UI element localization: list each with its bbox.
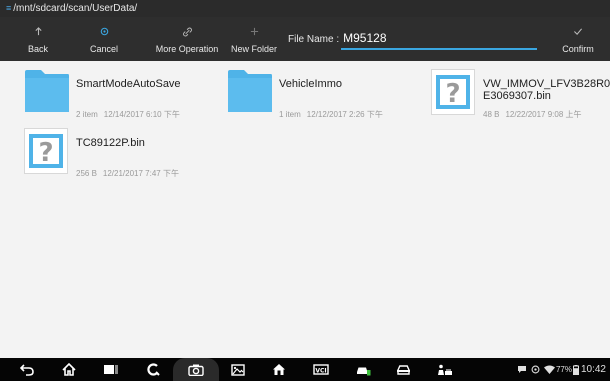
file-item-vehicleimmo[interactable]: VehicleImmo 1 item 12/12/2017 2:26 下午 — [227, 69, 427, 129]
file-size: 256 B — [76, 169, 97, 178]
file-item-tc89122p-bin[interactable]: ? TC89122P.bin 256 B 12/21/2017 7:47 下午 — [24, 128, 224, 188]
search-icon[interactable] — [136, 358, 170, 381]
file-name-group: File Name : — [288, 17, 538, 61]
cancel-circle-icon — [100, 25, 109, 39]
screenshot-icon[interactable] — [221, 358, 255, 381]
file-meta: 2 item 12/14/2017 6:10 下午 — [76, 109, 180, 120]
home-icon[interactable] — [52, 358, 86, 381]
new-folder-button[interactable]: New Folder — [228, 17, 280, 61]
sync-icon — [531, 365, 540, 374]
link-icon — [182, 25, 192, 39]
recent-apps-icon[interactable] — [94, 358, 128, 381]
file-meta: 1 item 12/12/2017 2:26 下午 — [279, 109, 383, 120]
file-date: 12/12/2017 2:26 下午 — [306, 110, 383, 119]
file-name: SmartModeAutoSave — [76, 78, 181, 90]
car-icon[interactable] — [386, 358, 420, 381]
file-date: 12/14/2017 6:10 下午 — [103, 110, 180, 119]
file-item-smartmodeautosave[interactable]: SmartModeAutoSave 2 item 12/14/2017 6:10 … — [24, 69, 224, 129]
file-date: 12/22/2017 9:08 上午 — [505, 110, 582, 119]
svg-text:?: ? — [445, 79, 460, 109]
plus-icon — [250, 25, 259, 39]
menu-icon[interactable]: ≡ — [6, 3, 11, 13]
current-path: /mnt/sdcard/scan/UserData/ — [13, 3, 138, 14]
file-name: VW_IMMOV_LFV3B28R0E3069307.bin — [483, 78, 610, 102]
more-operation-label: More Operation — [155, 43, 219, 54]
file-name: VehicleImmo — [279, 78, 342, 90]
file-name: TC89122P.bin — [76, 137, 145, 149]
autel-home-icon[interactable] — [262, 358, 296, 381]
car-battery-icon[interactable] — [346, 358, 380, 381]
wifi-icon — [543, 365, 555, 374]
battery-icon — [572, 364, 579, 375]
cancel-label: Cancel — [89, 43, 118, 54]
file-size: 1 item — [279, 110, 301, 119]
file-meta: 256 B 12/21/2017 7:47 下午 — [76, 168, 179, 179]
arrow-up-icon — [34, 25, 43, 39]
checkmark-icon — [573, 25, 583, 39]
camera-icon[interactable] — [179, 358, 213, 381]
file-list: SmartModeAutoSave 2 item 12/14/2017 6:10 … — [0, 61, 610, 358]
file-name-label: File Name : — [288, 33, 340, 45]
confirm-button[interactable]: Confirm — [558, 17, 598, 61]
file-size: 48 B — [483, 110, 500, 119]
svg-text:?: ? — [38, 138, 53, 168]
file-name-input[interactable] — [341, 28, 538, 50]
unknown-file-icon: ? — [431, 69, 475, 120]
status-area: 77% 10:42 — [513, 358, 606, 381]
file-size: 2 item — [76, 110, 98, 119]
svg-text:VCI: VCI — [315, 367, 326, 374]
new-folder-label: New Folder — [230, 43, 277, 54]
folder-icon — [227, 69, 273, 118]
file-meta: 48 B 12/22/2017 9:08 上午 — [483, 109, 582, 120]
back-label: Back — [27, 43, 48, 54]
folder-icon — [24, 69, 70, 118]
message-icon — [517, 365, 527, 374]
path-bar: ≡/mnt/sdcard/scan/UserData/ — [0, 0, 610, 17]
more-operation-button[interactable]: More Operation — [152, 17, 222, 61]
battery-percent: 77% — [555, 365, 572, 374]
mechanic-icon[interactable] — [428, 358, 462, 381]
file-item-vw-immov-bin[interactable]: ? VW_IMMOV_LFV3B28R0E3069307.bin 48 B 12/… — [431, 69, 610, 129]
unknown-file-icon: ? — [24, 128, 68, 179]
back-button[interactable]: Back — [24, 17, 52, 61]
confirm-label: Confirm — [562, 43, 594, 54]
clock: 10:42 — [580, 364, 606, 375]
vci-icon[interactable]: VCI — [304, 358, 338, 381]
cancel-button[interactable]: Cancel — [86, 17, 122, 61]
back-arrow-icon[interactable] — [10, 358, 44, 381]
file-date: 12/21/2017 7:47 下午 — [102, 169, 179, 178]
